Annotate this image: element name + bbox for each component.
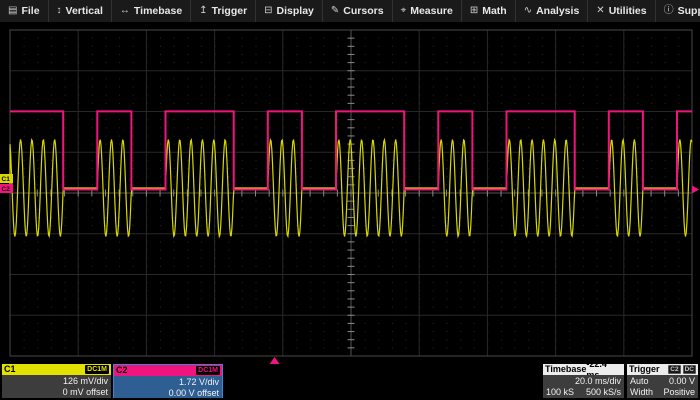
svg-text:C1: C1 — [2, 176, 11, 183]
vertical-icon: ↕ — [57, 6, 62, 16]
trigger-source-badge: C2 — [668, 365, 680, 374]
timebase-tdiv: 20.0 ms/div — [546, 376, 621, 387]
trigger-level: 0.00 V — [669, 376, 695, 387]
trigger-slope: Positive — [663, 387, 695, 398]
utilities-icon: ✕ — [596, 6, 604, 16]
display-icon: ⊟ — [264, 6, 272, 16]
channel-c2-coupling-badge: DC1M — [196, 366, 220, 375]
trigger-header: Trigger C2 DC — [627, 364, 698, 375]
menu-item-trigger[interactable]: ↥Trigger — [191, 0, 256, 22]
channel-c1-vdiv: 126 mV/div — [5, 376, 108, 387]
channel-c1-coupling-badge: DC1M — [85, 365, 109, 374]
menu-item-display[interactable]: ⊟Display — [256, 0, 323, 22]
trigger-type: Width — [630, 387, 653, 398]
channel-c2-label: C2 — [116, 365, 128, 376]
trigger-mode: Auto — [630, 376, 649, 387]
trigger-level-marker[interactable] — [692, 186, 699, 194]
timebase-samples: 100 kS — [546, 387, 574, 398]
menu-item-vertical[interactable]: ↕Vertical — [49, 0, 112, 22]
menu-item-file[interactable]: ▤File — [0, 0, 49, 22]
trigger-badges: C2 DC — [668, 365, 696, 374]
c1-zero-marker[interactable]: C1 — [0, 174, 13, 183]
channel-c2-settings: 1.72 V/div 0.00 V offset — [114, 376, 222, 398]
graticule — [10, 30, 692, 356]
support-icon: ⓘ — [664, 6, 674, 16]
trigger-coupling-badge: DC — [683, 365, 696, 374]
svg-text:C2: C2 — [2, 186, 11, 193]
trigger-settings: Auto 0.00 V Width Positive — [627, 375, 698, 398]
trigger-icon: ↥ — [199, 6, 207, 16]
menu-item-analysis[interactable]: ∿Analysis — [516, 0, 589, 22]
menu-item-support[interactable]: ⓘSupport — [656, 0, 700, 22]
channel-c2-vdiv: 1.72 V/div — [117, 377, 219, 388]
menu-item-measure[interactable]: ⌖Measure — [393, 0, 462, 22]
math-icon: ⊞ — [470, 6, 478, 16]
trigger-descriptor[interactable]: Trigger C2 DC Auto 0.00 V Width Positive — [627, 364, 698, 398]
analysis-icon: ∿ — [524, 6, 532, 16]
trigger-title: Trigger — [629, 364, 660, 375]
channel-c1-offset: 0 mV offset — [5, 387, 108, 398]
file-icon: ▤ — [8, 6, 17, 16]
waveform-display: C1C2 — [0, 0, 700, 368]
menu-bar: ▤File ↕Vertical ↔Timebase ↥Trigger ⊟Disp… — [0, 0, 700, 23]
timebase-header: Timebase -22.4 ms — [543, 364, 624, 375]
menu-item-timebase[interactable]: ↔Timebase — [112, 0, 191, 22]
menu-item-utilities[interactable]: ✕Utilities — [588, 0, 655, 22]
channel-c2-offset: 0.00 V offset — [117, 388, 219, 399]
channel-c1-settings: 126 mV/div 0 mV offset — [2, 375, 111, 398]
channel-descriptor-c1[interactable]: C1 DC1M 126 mV/div 0 mV offset — [2, 364, 111, 398]
timebase-title: Timebase — [545, 364, 586, 375]
channel-c1-label: C1 — [4, 364, 16, 375]
timebase-descriptor[interactable]: Timebase -22.4 ms 20.0 ms/div 100 kS 500… — [543, 364, 624, 398]
status-bar: C1 DC1M 126 mV/div 0 mV offset C2 DC1M 1… — [0, 362, 700, 400]
c2-zero-marker[interactable]: C2 — [0, 184, 13, 193]
timebase-icon: ↔ — [120, 6, 130, 16]
menu-item-math[interactable]: ⊞Math — [462, 0, 516, 22]
timebase-rate: 500 kS/s — [586, 387, 621, 398]
timebase-settings: 20.0 ms/div 100 kS 500 kS/s — [543, 375, 624, 398]
channel-descriptor-c2[interactable]: C2 DC1M 1.72 V/div 0.00 V offset — [113, 364, 223, 398]
channel-c2-header: C2 DC1M — [114, 365, 222, 376]
measure-icon: ⌖ — [401, 6, 407, 16]
cursors-icon: ✎ — [331, 6, 339, 16]
menu-item-cursors[interactable]: ✎Cursors — [323, 0, 393, 22]
channel-c1-header: C1 DC1M — [2, 364, 111, 375]
